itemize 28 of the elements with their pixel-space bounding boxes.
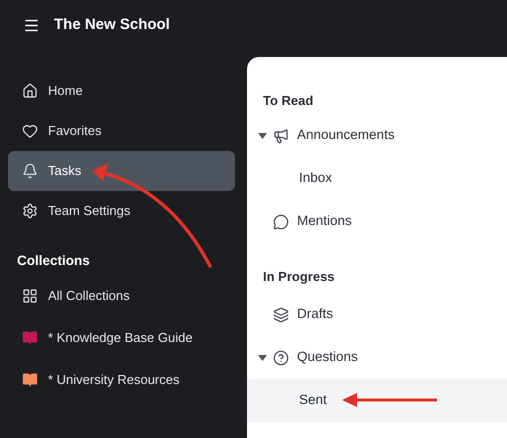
sidebar-item[interactable]: Favorites (8, 111, 235, 151)
sidebar-item[interactable]: Home (8, 71, 235, 111)
speech-bubble-icon (273, 214, 289, 230)
list-item[interactable]: Mentions (247, 200, 507, 243)
section-heading: In Progress (262, 268, 336, 286)
sidebar-item[interactable]: Team Settings (8, 191, 235, 231)
grid-icon (22, 288, 38, 304)
list-item[interactable]: Sent (247, 379, 507, 422)
megaphone-icon (273, 128, 289, 144)
question-icon (273, 350, 289, 366)
sidebar-item[interactable]: Tasks (8, 151, 235, 191)
layers-icon (273, 306, 289, 322)
list-item[interactable]: Inbox (247, 157, 507, 200)
sidebar-item[interactable]: * Knowledge Base Guide (8, 318, 235, 358)
app-title: The New School (54, 14, 170, 35)
caret-icon[interactable] (258, 132, 267, 138)
heart-icon (22, 123, 38, 139)
home-icon (22, 83, 38, 99)
sidebar-item[interactable]: * University Resources (8, 360, 235, 400)
gear-icon (22, 203, 38, 219)
list-item[interactable]: Questions (247, 336, 507, 379)
caret-icon[interactable] (258, 354, 267, 360)
list-item[interactable]: Announcements (247, 114, 507, 157)
section-heading: To Read (262, 92, 314, 110)
list-item[interactable]: Drafts (247, 293, 507, 336)
bell-icon (22, 163, 38, 179)
sidebar-item[interactable]: All Collections (8, 276, 235, 316)
section-heading: Collections (16, 252, 91, 270)
